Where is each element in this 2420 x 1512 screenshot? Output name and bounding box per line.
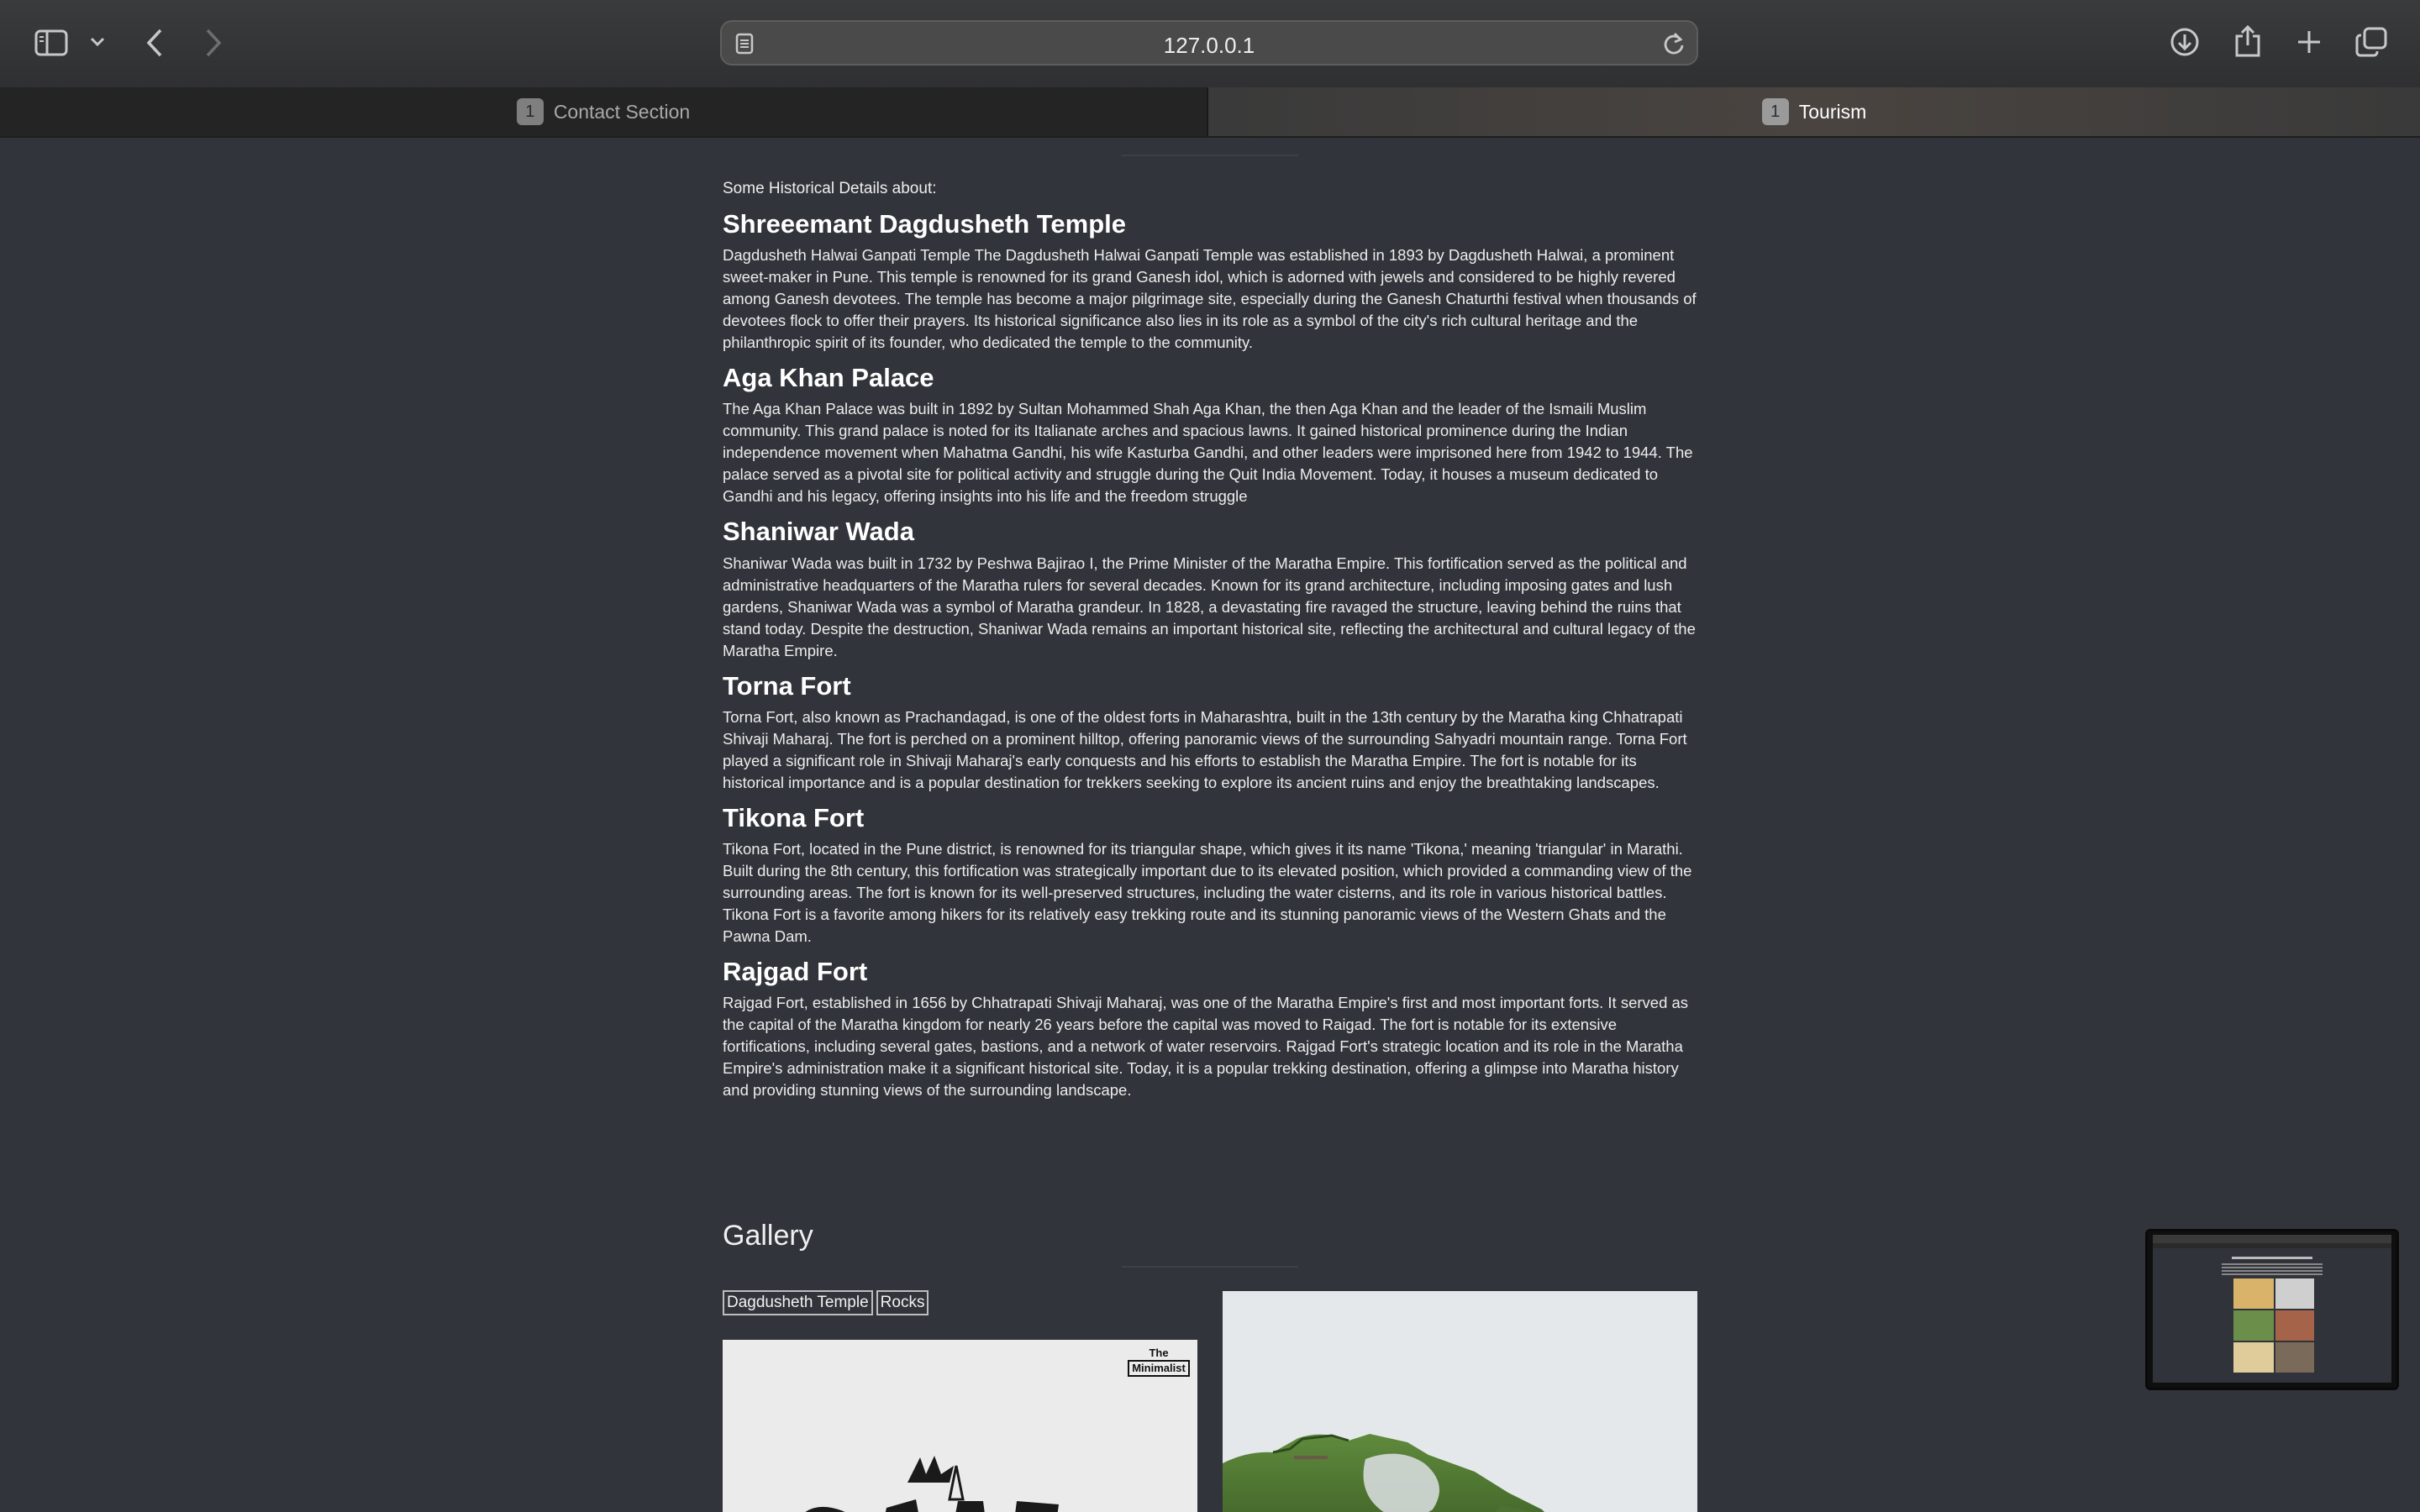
history-sections: Shreeemant Dagdusheth Temple Dagdusheth … bbox=[723, 208, 1697, 1110]
section-text: The Aga Khan Palace was built in 1892 by… bbox=[723, 400, 1693, 506]
gallery-filters: Dagdusheth Temple Rocks bbox=[723, 1290, 929, 1315]
section-text: Tikona Fort, located in the Pune distric… bbox=[723, 839, 1692, 945]
section-text: Dagdusheth Halwai Ganpati Temple The Dag… bbox=[723, 246, 1697, 352]
chevron-down-icon[interactable] bbox=[87, 32, 108, 52]
brand-text-bottom: Minimalist bbox=[1128, 1360, 1190, 1377]
brand-text-top: The bbox=[1149, 1347, 1169, 1359]
chevron-right-icon[interactable] bbox=[200, 27, 227, 59]
tab-badge: 1 bbox=[516, 98, 544, 125]
gallery-image-fort-landscape[interactable] bbox=[1223, 1291, 1697, 1512]
section-aga-khan-palace: Aga Khan Palace The Aga Khan Palace was … bbox=[723, 362, 1697, 507]
section-shaniwar-wada: Shaniwar Wada Shaniwar Wada was built in… bbox=[723, 516, 1697, 661]
thumbnail-image bbox=[2148, 1231, 2396, 1388]
tab-label: Tourism bbox=[1798, 100, 1867, 123]
gallery-image-pune-poster[interactable]: The Minimalist bbox=[723, 1340, 1197, 1512]
section-title: Rajgad Fort bbox=[723, 956, 868, 986]
section-title: Aga Khan Palace bbox=[723, 363, 934, 393]
download-icon[interactable] bbox=[2168, 25, 2202, 59]
brand-logo: The Minimalist bbox=[1125, 1347, 1192, 1377]
intro-text: Some Historical Details about: bbox=[723, 180, 937, 197]
chevron-left-icon[interactable] bbox=[141, 27, 168, 59]
share-icon[interactable] bbox=[2231, 24, 2265, 59]
plus-icon[interactable] bbox=[2294, 27, 2324, 57]
tab-bar: 1 Contact Section 1 Tourism bbox=[0, 87, 2420, 138]
divider bbox=[1122, 155, 1298, 156]
filter-dagdusheth-temple-button[interactable]: Dagdusheth Temple bbox=[723, 1290, 873, 1315]
reload-icon[interactable] bbox=[1661, 31, 1686, 56]
page-content: Some Historical Details about: Shreeeman… bbox=[723, 136, 1697, 1512]
url-text[interactable]: 127.0.0.1 bbox=[722, 33, 1697, 59]
section-text: Torna Fort, also known as Prachandagad, … bbox=[723, 707, 1687, 791]
tab-badge: 1 bbox=[1761, 98, 1789, 125]
fort-landscape-image bbox=[1223, 1291, 1697, 1512]
sidebar-icon[interactable] bbox=[32, 25, 71, 60]
section-dagdusheth-temple: Shreeemant Dagdusheth Temple Dagdusheth … bbox=[723, 208, 1697, 354]
section-title: Shreeemant Dagdusheth Temple bbox=[723, 209, 1127, 239]
tabs-icon[interactable] bbox=[2354, 25, 2388, 59]
section-title: Torna Fort bbox=[723, 670, 851, 701]
section-title: Shaniwar Wada bbox=[723, 517, 914, 547]
section-title: Tikona Fort bbox=[723, 802, 865, 832]
pune-artwork bbox=[805, 1456, 1059, 1512]
browser-toolbar: 127.0.0.1 bbox=[0, 0, 2420, 89]
address-bar[interactable]: 127.0.0.1 bbox=[720, 20, 1698, 66]
gallery-title: Gallery bbox=[723, 1220, 813, 1252]
divider bbox=[1122, 1266, 1298, 1268]
section-text: Shaniwar Wada was built in 1732 by Peshw… bbox=[723, 554, 1696, 659]
tab-contact-section[interactable]: 1 Contact Section bbox=[0, 87, 1208, 136]
section-tikona-fort: Tikona Fort Tikona Fort, located in the … bbox=[723, 802, 1697, 948]
tab-preview-thumbnail[interactable] bbox=[2145, 1229, 2399, 1390]
section-rajgad-fort: Rajgad Fort Rajgad Fort, established in … bbox=[723, 956, 1697, 1101]
tab-label: Contact Section bbox=[553, 100, 691, 123]
section-text: Rajgad Fort, established in 1656 by Chha… bbox=[723, 994, 1689, 1100]
filter-rocks-button[interactable]: Rocks bbox=[876, 1290, 929, 1315]
section-torna-fort: Torna Fort Torna Fort, also known as Pra… bbox=[723, 670, 1697, 794]
tab-tourism[interactable]: 1 Tourism bbox=[1208, 87, 2420, 136]
